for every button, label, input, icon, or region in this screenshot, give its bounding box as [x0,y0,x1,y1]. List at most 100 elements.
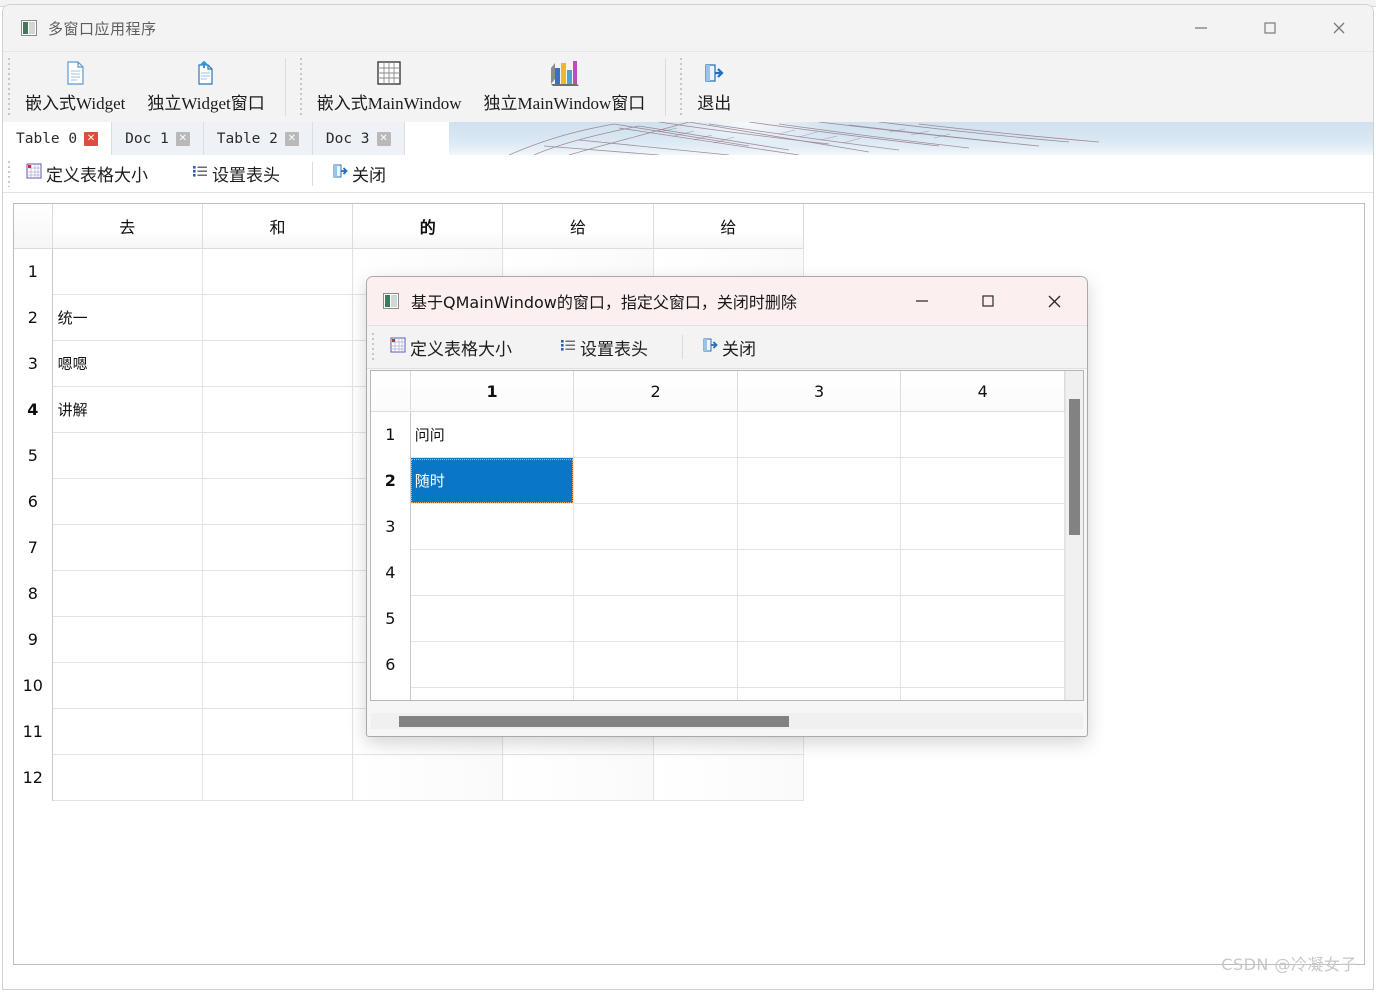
column-header-0[interactable]: 去 [52,204,203,249]
cell-7-0[interactable] [52,570,203,617]
column-header-1[interactable]: 和 [202,204,354,249]
cell-9-1[interactable] [202,662,354,709]
child-row-header-5[interactable]: 6 [371,641,411,688]
child-cell-5-3[interactable] [900,641,1065,688]
tab-close-icon[interactable]: ✕ [284,131,299,146]
child-cell-4-3[interactable] [900,595,1065,642]
column-header-4[interactable]: 给 [653,204,805,249]
row-header-11[interactable]: 12 [14,754,53,801]
cell-4-0[interactable] [52,432,203,479]
cell-4-1[interactable] [202,432,354,479]
maximize-button[interactable] [1235,5,1304,51]
tab-table-2[interactable]: Table 2 ✕ [203,122,313,155]
child-horizontal-scrollbar-thumb[interactable] [399,716,789,727]
cell-11-0[interactable] [52,754,203,801]
cell-1-1[interactable] [202,294,354,341]
minimize-button[interactable] [1166,5,1235,51]
child-vertical-scrollbar-thumb[interactable] [1069,399,1080,535]
child-cell-2-3[interactable] [900,503,1065,550]
child-cell-6-2[interactable] [737,687,902,700]
doc-toolbar-grip-handle[interactable] [7,160,12,187]
toolbar-grip-handle[interactable] [7,58,12,116]
child-horizontal-scrollbar[interactable] [371,713,1083,729]
child-column-header-3[interactable]: 4 [900,371,1065,412]
child-cell-5-0[interactable] [410,641,575,688]
cell-0-0[interactable] [52,248,203,295]
tab-close-icon[interactable]: ✕ [175,131,190,146]
child-cell-4-0[interactable] [410,595,575,642]
child-row-header-2[interactable]: 3 [371,503,411,550]
tab-close-icon[interactable]: ✕ [84,131,99,146]
close-button[interactable] [1304,5,1373,51]
doc-button-close[interactable]: 关闭 [320,158,398,189]
cell-10-1[interactable] [202,708,354,755]
child-cell-3-2[interactable] [737,549,902,596]
child-cell-3-3[interactable] [900,549,1065,596]
cell-2-1[interactable] [202,340,354,387]
cell-11-4[interactable] [653,754,805,801]
cell-0-1[interactable] [202,248,354,295]
child-cell-6-1[interactable] [573,687,738,700]
child-cell-4-1[interactable] [573,595,738,642]
child-cell-3-1[interactable] [573,549,738,596]
child-cell-0-2[interactable] [737,411,902,458]
doc-button-set-header[interactable]: 设置表头 [180,158,292,189]
tab-table-0[interactable]: Table 0 ✕ [3,122,113,155]
child-vertical-scrollbar[interactable] [1065,371,1083,700]
cell-11-2[interactable] [352,754,504,801]
row-header-9[interactable]: 10 [14,662,53,709]
child-toolbar-grip-handle[interactable] [371,333,376,361]
child-table-view[interactable]: 1 2 3 4 1 问问 2 随时 3 4 5 6 [370,370,1084,701]
row-header-10[interactable]: 11 [14,708,53,755]
child-cell-1-1[interactable] [573,457,738,504]
child-row-header-1[interactable]: 2 [371,457,411,504]
row-header-4[interactable]: 5 [14,432,53,479]
tab-doc-1[interactable]: Doc 1 ✕ [112,122,204,155]
child-row-header-3[interactable]: 4 [371,549,411,596]
child-cell-5-2[interactable] [737,641,902,688]
toolbar-button-exit[interactable]: 退出 [686,52,742,122]
child-cell-3-0[interactable] [410,549,575,596]
row-header-6[interactable]: 7 [14,524,53,571]
cell-8-1[interactable] [202,616,354,663]
toolbar-button-standalone-widget[interactable]: 独立Widget窗口 [136,52,275,122]
row-header-3[interactable]: 4 [14,386,53,433]
cell-11-1[interactable] [202,754,354,801]
column-header-2[interactable]: 的 [352,204,504,249]
child-cell-1-2[interactable] [737,457,902,504]
cell-5-1[interactable] [202,478,354,525]
child-cell-0-3[interactable] [900,411,1065,458]
child-cell-1-3[interactable] [900,457,1065,504]
cell-1-0[interactable]: 统一 [52,294,203,341]
cell-5-0[interactable] [52,478,203,525]
row-header-2[interactable]: 3 [14,340,53,387]
child-cell-5-1[interactable] [573,641,738,688]
child-close-button[interactable] [1021,277,1087,325]
child-row-header-4[interactable]: 5 [371,595,411,642]
cell-3-1[interactable] [202,386,354,433]
child-column-header-1[interactable]: 2 [573,371,738,412]
row-header-1[interactable]: 2 [14,294,53,341]
row-header-5[interactable]: 6 [14,478,53,525]
toolbar-button-embedded-widget[interactable]: 嵌入式Widget [14,52,136,122]
tab-close-icon[interactable]: ✕ [376,131,391,146]
child-cell-6-3[interactable] [900,687,1065,700]
child-minimize-button[interactable] [889,277,955,325]
cell-7-1[interactable] [202,570,354,617]
child-column-header-0[interactable]: 1 [410,371,575,412]
doc-button-define-table-size[interactable]: 定义表格大小 [14,158,160,189]
row-header-0[interactable]: 1 [14,248,53,295]
toolbar-button-embedded-mainwindow[interactable]: 嵌入式MainWindow [306,52,473,122]
child-button-set-header[interactable]: 设置表头 [548,332,660,363]
cell-6-0[interactable] [52,524,203,571]
cell-3-0[interactable]: 讲解 [52,386,203,433]
child-cell-0-1[interactable] [573,411,738,458]
child-button-define-table-size[interactable]: 定义表格大小 [378,332,524,363]
tab-doc-3[interactable]: Doc 3 ✕ [312,122,405,155]
child-maximize-button[interactable] [955,277,1021,325]
child-button-close[interactable]: 关闭 [690,332,768,363]
toolbar-grip-handle[interactable] [679,58,685,116]
child-row-header-6[interactable]: 7 [371,687,411,700]
child-cell-2-2[interactable] [737,503,902,550]
cell-9-0[interactable] [52,662,203,709]
